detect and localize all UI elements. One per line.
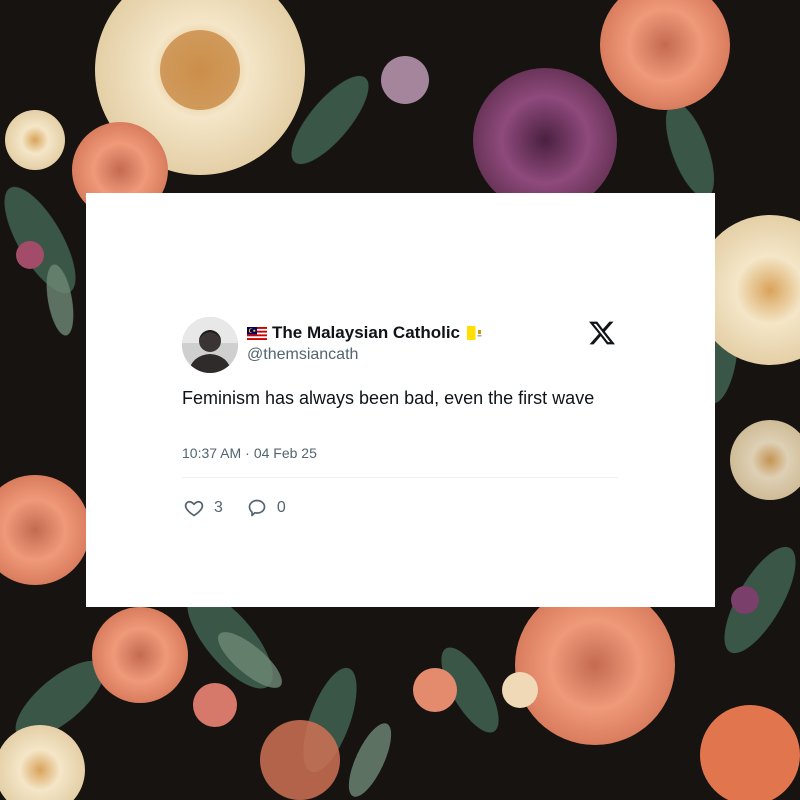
handle[interactable]: @themsiancath [247,346,358,364]
like-button[interactable]: 3 [184,498,223,518]
reply-count: 0 [276,499,286,516]
speech-bubble-icon [248,499,266,517]
like-count: 3 [214,499,223,516]
tweet-text: Feminism has always been bad, even the f… [182,388,595,408]
avatar-photo [182,317,238,373]
meta-separator: · [245,445,250,461]
action-bar: 3 0 [184,498,310,518]
timestamp[interactable]: 10:37 AM · 04 Feb 25 [182,445,317,461]
x-logo-icon[interactable] [589,321,615,345]
heart-icon [184,500,204,517]
malaysia-flag-icon [247,326,267,340]
tweet-date: 04 Feb 25 [253,445,317,461]
reply-button[interactable]: 0 [247,498,286,518]
avatar[interactable] [182,317,238,373]
tweet-time: 10:37 AM [182,445,242,461]
divider [182,477,618,478]
name-row: The Malaysian Catholic [247,322,484,344]
display-name[interactable]: The Malaysian Catholic [272,323,460,343]
tweet-card: The Malaysian Catholic @themsiancath Fem… [86,193,715,607]
vatican-flag-icon [467,326,484,340]
